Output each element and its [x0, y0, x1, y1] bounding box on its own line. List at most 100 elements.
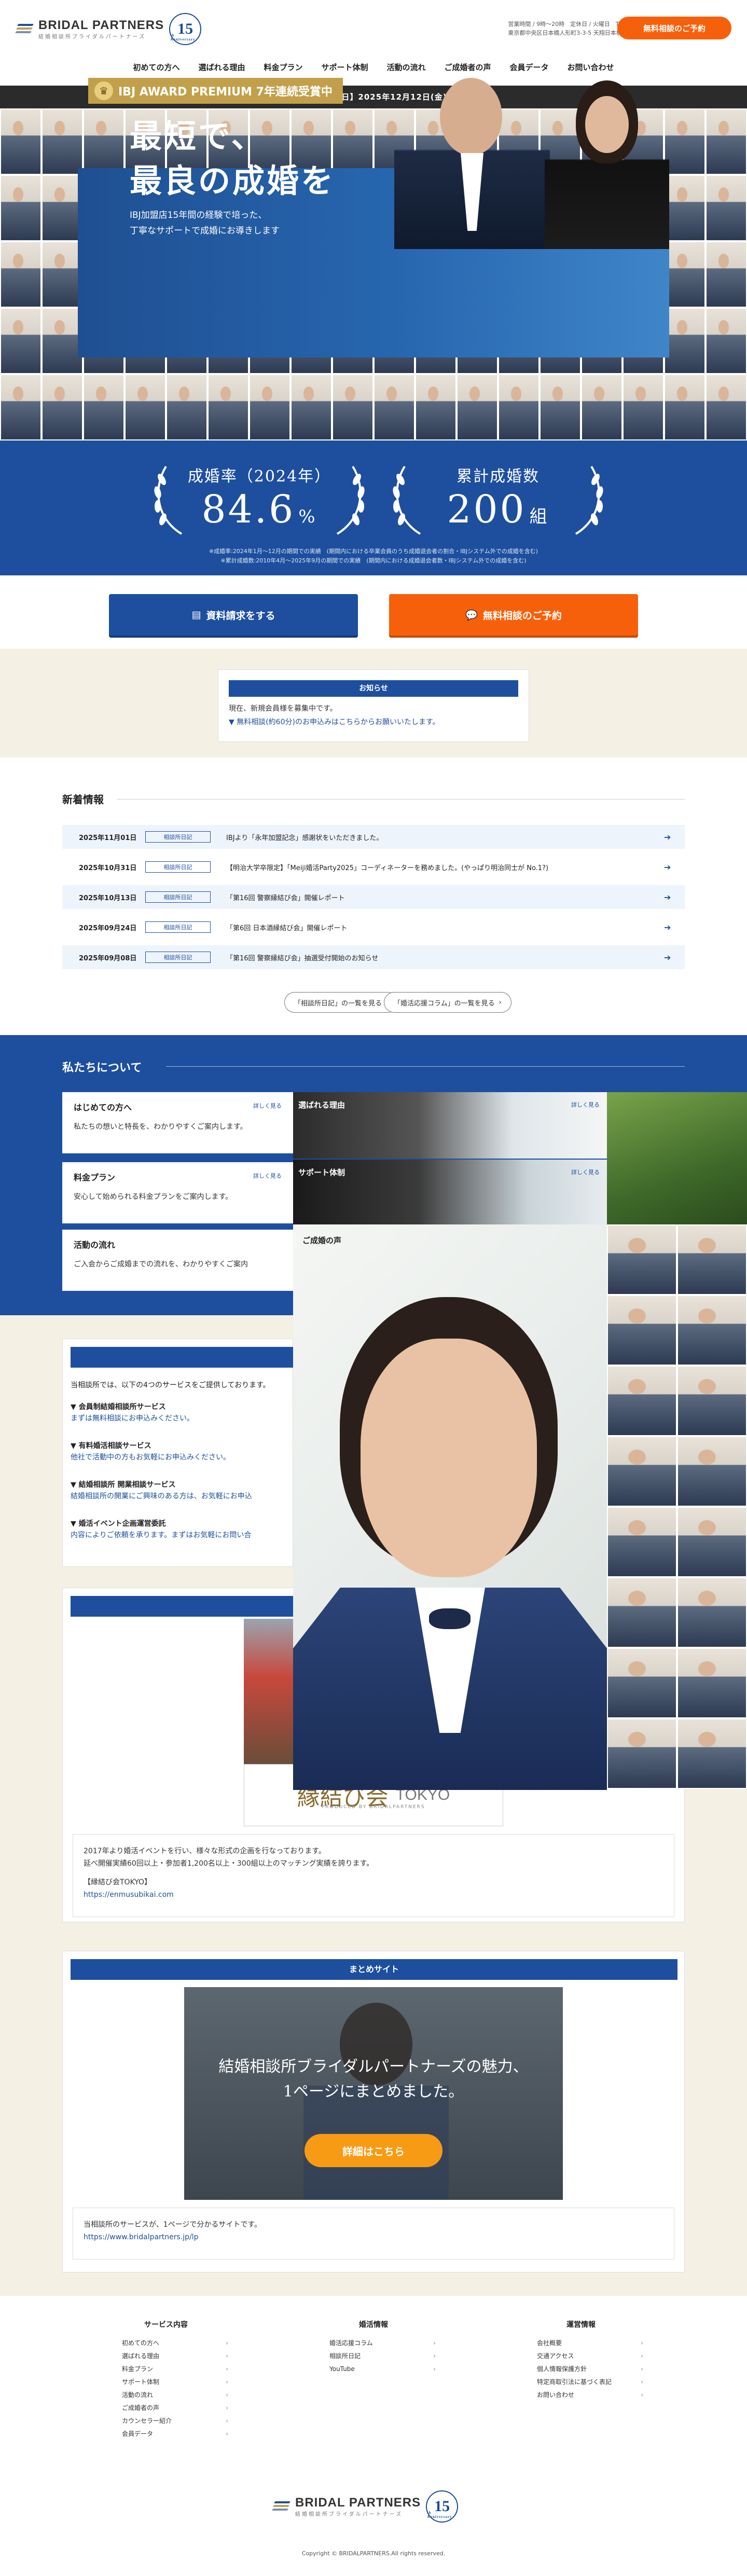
footer-link[interactable]: 料金プラン ›: [73, 2363, 259, 2376]
logo-stripes-icon: [271, 2501, 291, 2512]
couple-photo-tile: [677, 1507, 747, 1577]
arrow-right-icon: ➔: [664, 892, 671, 902]
couple-photo-tile: [664, 374, 706, 440]
card-price-plan[interactable]: 料金プラン 安心して始められる料金プランをご案内します。 詳しく見る: [62, 1162, 293, 1223]
news-row[interactable]: 2025年10月31日 相談所日記 【明治大学卒限定】「Meiji婚活Party20…: [62, 855, 685, 879]
greenery-photo: [607, 1092, 747, 1224]
chevron-right-icon: ›: [641, 2378, 643, 2386]
news-row[interactable]: 2025年09月24日 相談所日記 「第6回 日本酒縁結び会」開催レポート ➔: [62, 915, 685, 939]
anniversary-badge: 15th Anniversary: [426, 2490, 459, 2523]
trophy-icon: ♛: [94, 81, 113, 100]
couple-photo-tile: [664, 241, 706, 308]
total-marriages: 累計成婚数 200 組: [389, 456, 607, 535]
card-activity-flow[interactable]: 活動の流れ ご入会からご成婚までの流れを、わかりやすくご案内: [62, 1230, 293, 1291]
hero-headline: 最短で、 最良の成婚を: [130, 117, 336, 200]
couple-photo-tile: [677, 1224, 747, 1295]
chevron-right-icon: ›: [226, 2417, 228, 2425]
couple-photo-tile: [607, 1436, 677, 1507]
chevron-right-icon: ›: [641, 2352, 643, 2360]
footer-link[interactable]: 会社概要 ›: [488, 2337, 674, 2350]
matome-title: まとめサイト: [71, 1959, 677, 1980]
free-consult-button[interactable]: 💬 無料相談のご予約: [389, 594, 638, 636]
footer-link[interactable]: 特定商取引法に基づく表記 ›: [488, 2376, 674, 2389]
more-link: 詳しく見る: [253, 1103, 282, 1109]
couple-photo-tile: [498, 374, 540, 440]
couple-photo-tile: [677, 1577, 747, 1648]
couple-photo-tile: [249, 374, 290, 440]
chevron-right-icon: ›: [226, 2404, 228, 2412]
enmusubi-link[interactable]: https://enmusubikai.com: [84, 1891, 174, 1899]
footer-link[interactable]: 会員データ ›: [73, 2428, 259, 2441]
chevron-right-icon: ›: [499, 998, 502, 1007]
couple-photo-tile: [677, 1648, 747, 1718]
footer-link[interactable]: 初めての方へ ›: [73, 2337, 259, 2350]
request-document-button[interactable]: ▤ 資料請求をする: [109, 594, 358, 636]
notice-line: 現在、新規会員様を募集中です。: [229, 705, 337, 713]
chevron-right-icon: ›: [226, 2365, 228, 2373]
news-row[interactable]: 2025年11月01日 相談所日記 IBJより「永年加盟記念」感謝状をいただきました…: [62, 825, 685, 849]
footer-link[interactable]: 婚活応援コラム ›: [280, 2337, 467, 2350]
couple-photo-tile: [677, 1718, 747, 1789]
footer-konkatsu: 婚活情報 婚活応援コラム › 相談所日記 › YouTube ›: [280, 2319, 467, 2376]
couple-photo-tile: [622, 374, 664, 440]
header-consult-button[interactable]: 無料相談のご予約: [617, 17, 731, 39]
arrow-right-icon: ➔: [664, 952, 671, 962]
footer-link[interactable]: ご成婚者の声 ›: [73, 2402, 259, 2415]
couple-photo-tile: [332, 108, 374, 175]
card-reasons[interactable]: 選ばれる理由 詳しく見る: [293, 1092, 607, 1159]
chevron-right-icon: ›: [226, 2430, 228, 2437]
award-badge: ♛ IBJ AWARD PREMIUM 7年連続受賞中: [88, 78, 343, 104]
footer-link[interactable]: 選ばれる理由 ›: [73, 2350, 259, 2363]
chevron-right-icon: ›: [641, 2365, 643, 2373]
stats-section: 成婚率（2024年） 84.6% 累計成婚数 200 組 ※成婚率:2024年1月…: [0, 440, 747, 575]
footer-link[interactable]: 個人情報保護方針 ›: [488, 2363, 674, 2376]
matome-banner-text: 結婚相談所ブライダルパートナーズの魅力、 1ページにまとめました。: [218, 2058, 529, 2101]
couple-photo-strip: [607, 1224, 747, 1790]
footer-link[interactable]: YouTube ›: [280, 2363, 467, 2376]
matome-link[interactable]: https://www.bridalpartners.jp/lp: [84, 2233, 199, 2241]
footer-services: サービス内容 初めての方へ › 選ばれる理由 › 料金プラン › サポート体制 › 活動…: [73, 2319, 259, 2441]
couple-photo-tile: [607, 1224, 677, 1295]
couple-photo-tile: [0, 108, 42, 175]
site-header: BRIDAL PARTNERS 結婚相談所ブライダルパートナーズ 15 th A…: [0, 0, 747, 57]
footer-link[interactable]: 交通アクセス ›: [488, 2350, 674, 2363]
couple-photo-tile: [664, 308, 706, 374]
laurel-left-icon: [154, 465, 183, 535]
couple-photo-tile: [0, 175, 42, 241]
brand-subtitle: 結婚相談所ブライダルパートナーズ: [38, 34, 146, 40]
footer-link[interactable]: カウンセラー紹介 ›: [73, 2415, 259, 2428]
diary-list-link[interactable]: 「相談所日記」の一覧を見る›: [284, 992, 399, 1013]
chevron-right-icon: ›: [433, 2352, 436, 2360]
couple-photo-tile: [677, 1436, 747, 1507]
couple-photo-tile: [677, 1295, 747, 1366]
card-support[interactable]: サポート体制 詳しく見る: [293, 1160, 607, 1226]
column-list-link[interactable]: 「婚活応援コラム」の一覧を見る ›: [384, 992, 511, 1013]
couple-photo-tile: [540, 374, 581, 440]
couple-photo-tile: [125, 374, 166, 440]
site-logo[interactable]: BRIDAL PARTNERS 結婚相談所ブライダルパートナーズ 15 th A…: [15, 13, 202, 45]
card-first-time[interactable]: はじめての方へ 私たちの想いと特長を、わかりやすくご案内します。 詳しく見る: [62, 1092, 293, 1153]
stats-note: ※成婚率:2024年1月〜12月の期間での実績 (期間内における卒業会員のうち成…: [209, 548, 538, 564]
news-row[interactable]: 2025年09月08日 相談所日記 「第16回 警察縁結び会」抽選受付開始のお知らせ…: [62, 945, 685, 969]
service-item: ▼ 結婚相談所 開業相談サービス 結婚相談所の開業にご興味のある方は、お気軽にお申…: [71, 1481, 252, 1500]
couple-photo-tile: [706, 108, 747, 175]
couple-photo-tile: [83, 374, 125, 440]
footer-brand-name: BRIDAL PARTNERS: [295, 2495, 421, 2510]
footer-link[interactable]: サポート体制 ›: [73, 2376, 259, 2389]
footer-heading: サービス内容: [144, 2321, 188, 2329]
matome-detail-button[interactable]: 詳細はこちら: [305, 2134, 442, 2167]
laurel-right-icon: [575, 465, 603, 535]
notice-consult-link[interactable]: ▼ 無料相談(約60分)のお申込みはこちらからお願いいたします。: [229, 717, 518, 727]
hero-subcopy: IBJ加盟店15年間の経験で培った、 丁寧なサポートで成婚にお導きします: [130, 210, 280, 236]
enmusubi-produced: PRODUCED BY BRIDALPARTNERS: [322, 1804, 425, 1810]
services-intro: 当相談所では、以下の4つのサービスをご提供しております。: [71, 1381, 270, 1389]
couple-photo-tile: [42, 374, 83, 440]
footer-link[interactable]: お問い合わせ ›: [488, 2389, 674, 2402]
footer-logo[interactable]: BRIDAL PARTNERS 結婚相談所ブライダルパートナーズ 15th An…: [271, 2490, 459, 2523]
footer-link[interactable]: 相談所日記 ›: [280, 2350, 467, 2363]
news-row[interactable]: 2025年10月13日 相談所日記 「第16回 警察縁結び会」開催レポート ➔: [62, 885, 685, 909]
footer-link[interactable]: 活動の流れ ›: [73, 2389, 259, 2402]
service-item: ▼ 婚活イベント企画運営委託 内容によりご依頼を承ります。まずはお気軽にお問い合: [71, 1520, 252, 1539]
news-divider: [117, 799, 685, 800]
chevron-right-icon: ›: [226, 2339, 228, 2347]
